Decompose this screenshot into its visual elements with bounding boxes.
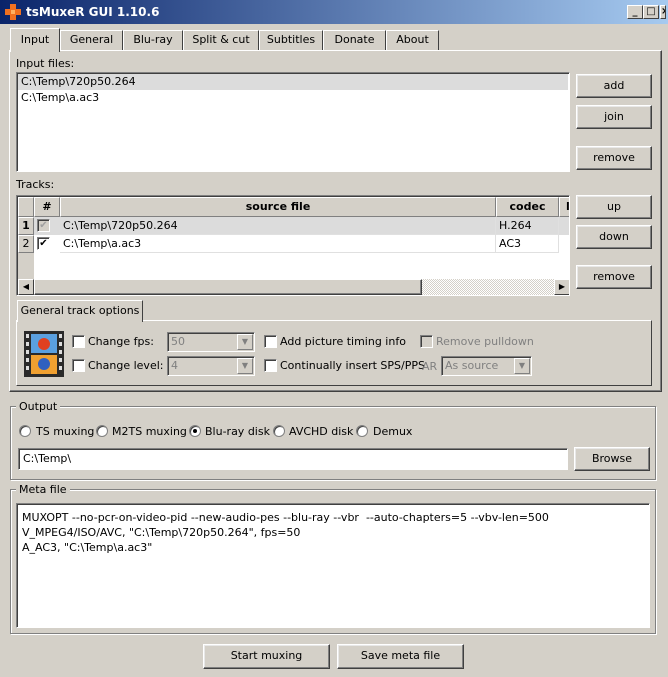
row-number: 2 <box>18 235 34 253</box>
close-button[interactable]: × <box>660 5 666 19</box>
column-header-num[interactable]: # <box>34 197 60 217</box>
level-select[interactable]: 4 ▼ <box>167 356 255 376</box>
list-item[interactable]: C:\Temp\720p50.264 <box>18 74 568 90</box>
remove-pulldown-label: Remove pulldown <box>436 335 534 348</box>
chevron-down-icon: ▼ <box>237 358 253 374</box>
level-value: 4 <box>171 359 178 372</box>
add-button[interactable]: add <box>576 74 652 98</box>
avchd-disk-radio[interactable] <box>273 425 285 437</box>
film-icon <box>24 331 64 377</box>
input-files-label: Input files: <box>16 57 75 70</box>
demux-label: Demux <box>373 425 413 438</box>
tab-general[interactable]: General <box>60 30 123 50</box>
start-muxing-button[interactable]: Start muxing <box>203 644 330 669</box>
scroll-right-icon[interactable]: ▶ <box>554 279 569 295</box>
title-bar[interactable]: tsMuxeR GUI 1.10.6 _ □ × <box>0 0 668 24</box>
ts-muxing-label: TS muxing <box>36 425 95 438</box>
remove-track-button[interactable]: remove <box>576 265 652 289</box>
fps-value: 50 <box>171 335 185 348</box>
tab-donate[interactable]: Donate <box>323 30 386 50</box>
ts-muxing-radio[interactable] <box>19 425 31 437</box>
ar-value: As source <box>445 359 499 372</box>
m2ts-muxing-label: M2TS muxing <box>112 425 187 438</box>
window-title: tsMuxeR GUI 1.10.6 <box>26 5 160 19</box>
track-options-panel <box>16 320 652 386</box>
column-header-source[interactable]: source file <box>60 197 496 217</box>
blu-ray-disk-radio[interactable] <box>189 425 201 437</box>
insert-sps-checkbox[interactable] <box>264 359 277 372</box>
tab-input[interactable]: Input <box>10 28 60 52</box>
avchd-disk-label: AVCHD disk <box>289 425 354 438</box>
column-header-codec[interactable]: codec <box>496 197 559 217</box>
ar-label: AR <box>422 360 438 373</box>
tracks-table[interactable]: # source file codec language 1 ✔ C:\Temp… <box>16 195 570 296</box>
track-codec: AC3 <box>496 235 559 253</box>
scrollbar-thumb[interactable] <box>34 279 422 295</box>
track-2-checkbox[interactable]: ✔ <box>37 237 50 250</box>
input-files-list[interactable]: C:\Temp\720p50.264 C:\Temp\a.ac3 <box>16 72 570 172</box>
ar-select[interactable]: As source ▼ <box>441 356 532 376</box>
track-source: C:\Temp\a.ac3 <box>60 235 496 253</box>
remove-file-button[interactable]: remove <box>576 146 652 170</box>
change-fps-checkbox[interactable] <box>72 335 85 348</box>
tab-subtitles[interactable]: Subtitles <box>259 30 323 50</box>
add-timing-label: Add picture timing info <box>280 335 406 348</box>
scroll-left-icon[interactable]: ◀ <box>18 279 34 295</box>
list-item[interactable]: C:\Temp\a.ac3 <box>18 90 568 106</box>
row-header-corner <box>18 197 34 217</box>
browse-button[interactable]: Browse <box>574 447 650 471</box>
meta-line: A_AC3, "C:\Temp\a.ac3" <box>22 541 153 554</box>
track-1-checkbox[interactable]: ✔ <box>37 219 50 232</box>
add-timing-checkbox[interactable] <box>264 335 277 348</box>
row-number: 1 <box>18 217 34 235</box>
up-button[interactable]: up <box>576 195 652 219</box>
chevron-down-icon: ▼ <box>514 358 530 374</box>
demux-radio[interactable] <box>356 425 368 437</box>
tab-blu-ray[interactable]: Blu-ray <box>123 30 183 50</box>
down-button[interactable]: down <box>576 225 652 249</box>
chevron-down-icon: ▼ <box>237 334 253 350</box>
row-header-filler <box>18 253 34 279</box>
track-codec: H.264 <box>496 217 559 235</box>
join-button[interactable]: join <box>576 105 652 129</box>
meta-file-label: Meta file <box>16 483 70 496</box>
meta-line: V_MPEG4/ISO/AVC, "C:\Temp\720p50.264", f… <box>22 526 301 539</box>
column-header-language[interactable]: language <box>559 197 569 217</box>
remove-pulldown-checkbox[interactable] <box>420 335 433 348</box>
m2ts-muxing-radio[interactable] <box>96 425 108 437</box>
track-source: C:\Temp\720p50.264 <box>60 217 496 235</box>
minimize-button[interactable]: _ <box>627 5 643 19</box>
change-fps-label: Change fps: <box>88 335 154 348</box>
save-meta-file-button[interactable]: Save meta file <box>337 644 464 669</box>
tab-general-track-options[interactable]: General track options <box>17 300 143 322</box>
change-level-label: Change level: <box>88 359 164 372</box>
blu-ray-disk-label: Blu-ray disk <box>205 425 270 438</box>
app-icon <box>5 4 21 20</box>
meta-file-text[interactable]: MUXOPT --no-pcr-on-video-pid --new-audio… <box>16 503 650 628</box>
tab-split-cut[interactable]: Split & cut <box>183 30 259 50</box>
meta-line: MUXOPT --no-pcr-on-video-pid --new-audio… <box>22 511 549 524</box>
output-label: Output <box>16 400 61 413</box>
tab-about[interactable]: About <box>386 30 439 50</box>
output-path-input[interactable]: C:\Temp\ <box>18 448 568 470</box>
fps-select[interactable]: 50 ▼ <box>167 332 255 352</box>
insert-sps-label: Continually insert SPS/PPS <box>280 359 425 372</box>
tracks-label: Tracks: <box>16 178 55 191</box>
maximize-button[interactable]: □ <box>643 5 659 19</box>
change-level-checkbox[interactable] <box>72 359 85 372</box>
horizontal-scrollbar[interactable]: ◀ ▶ <box>18 279 569 295</box>
